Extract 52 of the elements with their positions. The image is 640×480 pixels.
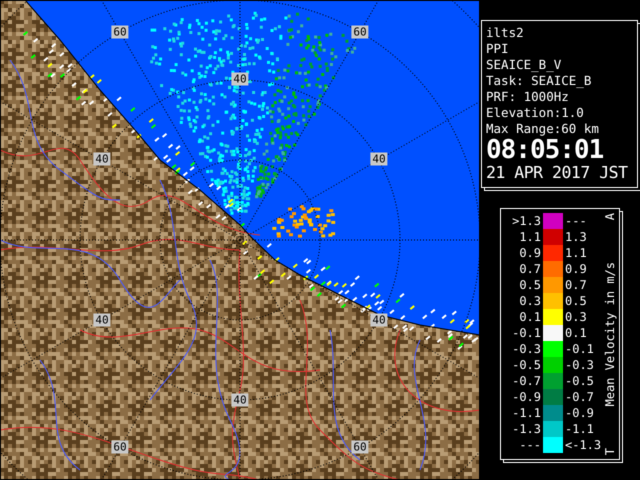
legend-title: Mean Velocity in m/s <box>603 262 617 406</box>
legend-label: <-1.3 <box>565 437 602 453</box>
range-label: 40 <box>93 152 111 166</box>
range-label: 60 <box>351 26 369 38</box>
legend-label: 0.7 <box>518 261 541 277</box>
legend-label: 1.1 <box>565 245 588 261</box>
legend-label: -1.1 <box>565 421 595 437</box>
date-text: 21 APR 2017 JST <box>486 163 628 183</box>
legend-label: -1.1 <box>511 405 541 421</box>
range-label: 40 <box>231 394 249 406</box>
range-label: 60 <box>351 440 369 454</box>
legend-label: -0.5 <box>511 357 541 373</box>
legend-mark: A <box>603 213 617 220</box>
legend-mark: T <box>603 448 617 455</box>
info-line: PRF: 1000Hz <box>486 89 569 105</box>
legend-label: >1.3 <box>511 213 541 229</box>
legend-label: 0.3 <box>518 293 541 309</box>
legend-label: -1.3 <box>511 421 541 437</box>
range-label: 40 <box>93 314 111 326</box>
legend-label: -0.7 <box>511 373 541 389</box>
legend-label: 0.1 <box>565 325 588 341</box>
legend-label: 0.7 <box>565 277 588 293</box>
legend-label: 1.3 <box>565 229 588 245</box>
info-line: Task: SEAICE_B <box>486 73 592 89</box>
legend-label: -0.1 <box>511 325 541 341</box>
time-text: 08:05:01 <box>486 137 604 163</box>
legend-label: 0.9 <box>518 245 541 261</box>
legend-label: 0.9 <box>565 261 588 277</box>
legend-label: -0.9 <box>511 389 541 405</box>
legend-label: 0.5 <box>565 293 588 309</box>
legend-label: --- <box>518 437 541 453</box>
legend-label: -0.5 <box>565 373 595 389</box>
legend-label: 0.3 <box>565 309 588 325</box>
info-line: Elevation:1.0 <box>486 105 584 121</box>
legend-label: -0.9 <box>565 405 595 421</box>
legend-label: -0.7 <box>565 389 595 405</box>
range-label: 60 <box>111 26 129 38</box>
range-label: 40 <box>370 152 388 166</box>
legend-label: 0.5 <box>518 277 541 293</box>
range-label: 40 <box>370 314 388 326</box>
legend-label: -0.1 <box>565 341 595 357</box>
info-line: PPI <box>486 41 509 57</box>
legend-label: 1.1 <box>518 229 541 245</box>
legend-label: -0.3 <box>511 341 541 357</box>
info-line: ilts2 <box>486 25 524 41</box>
info-line: Max Range:60 km <box>486 121 599 137</box>
legend-label: --- <box>565 213 588 229</box>
info-line: SEAICE_B_V <box>486 57 562 73</box>
legend-label: -0.3 <box>565 357 595 373</box>
range-label: 40 <box>231 72 249 86</box>
range-label: 60 <box>111 440 129 454</box>
legend-label: 0.1 <box>518 309 541 325</box>
